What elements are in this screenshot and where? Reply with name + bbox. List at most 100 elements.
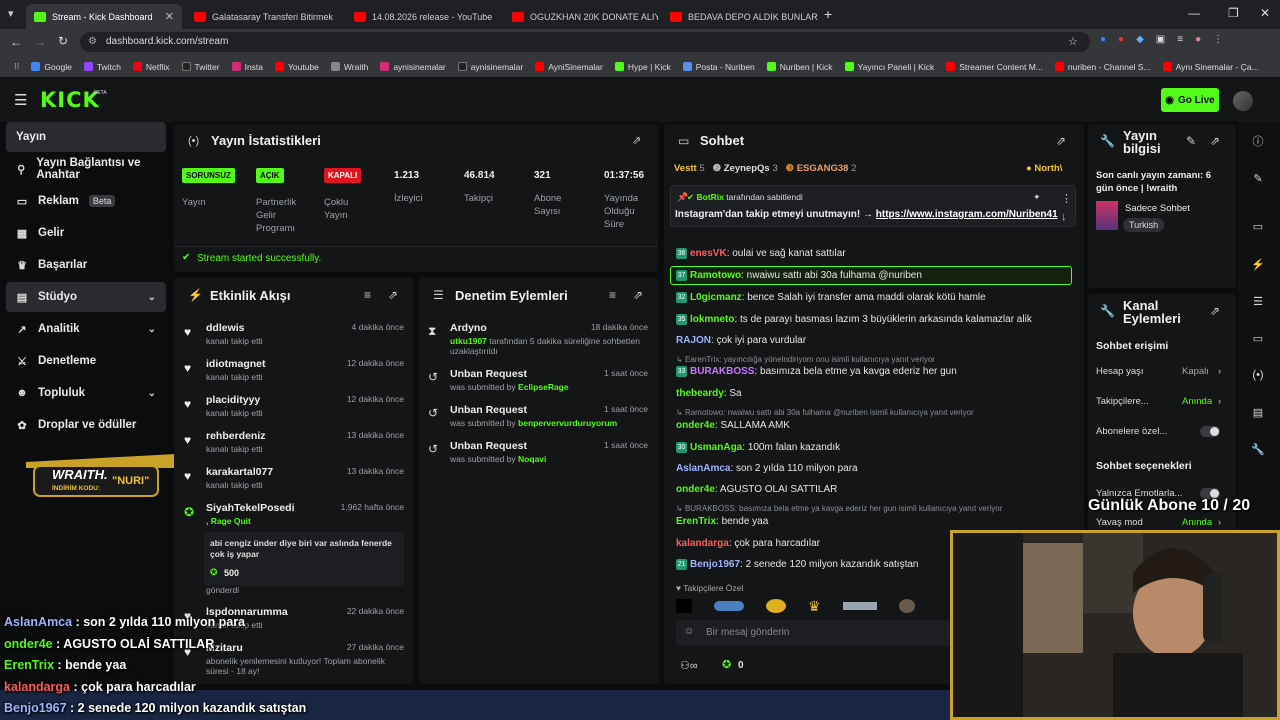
pencil-icon[interactable]: ✎ <box>1240 164 1276 192</box>
bookmark-google[interactable]: Google <box>25 62 77 72</box>
chat-input[interactable]: ☺ Bir mesaj gönderin <box>676 620 952 646</box>
sidebar-item-stream-key[interactable]: ⚲ Yayın Bağlantısı ve Anahtar <box>6 154 166 184</box>
card-icon[interactable]: ▭ <box>1240 212 1276 240</box>
chat-username[interactable]: thebeardy <box>676 388 724 399</box>
media-icon[interactable]: ≡ <box>1177 34 1183 45</box>
bookmark-netflix[interactable]: Netflix <box>127 62 176 72</box>
subscribers-only-toggle[interactable] <box>1200 426 1220 437</box>
popout-icon[interactable]: ⇗ <box>632 134 641 147</box>
address-bar[interactable]: ⚙ dashboard.kick.com/stream ☆ <box>80 32 1090 52</box>
bookmark-youtube[interactable]: Youtube <box>269 62 325 72</box>
wrench-icon[interactable]: 🔧 <box>1240 435 1276 463</box>
tab-kick-dashboard[interactable]: Stream - Kick Dashboard ✕ <box>26 4 182 29</box>
emote-icon[interactable] <box>842 602 877 610</box>
chat-username[interactable]: enesVK <box>690 248 727 259</box>
chat-settings-icon[interactable]: ⚇∞ <box>680 659 698 672</box>
reload-icon[interactable]: ↻ <box>58 34 68 48</box>
extension-icon[interactable]: ● <box>1100 34 1106 45</box>
followers-only-row[interactable]: Takipçilere... Anında › <box>1096 396 1226 410</box>
bookmark-channel[interactable]: nuriben - Channel S... <box>1049 62 1157 72</box>
chat-icon[interactable]: ▭ <box>1240 324 1276 352</box>
shield-icon[interactable]: ◆ <box>1136 34 1144 45</box>
puzzle-icon[interactable]: ▣ <box>1156 34 1165 45</box>
maximize-icon[interactable]: ❐ <box>1228 6 1239 20</box>
pinned-link[interactable]: https://www.instagram.com/Nuriben41 <box>876 209 1058 220</box>
sidebar-item-topluluk[interactable]: ☻ Topluluk ⌄ <box>6 378 166 408</box>
bookmark-aynisinemalar[interactable]: aynisinemalar <box>374 62 451 72</box>
expand-icon[interactable]: ↓ <box>1061 211 1067 223</box>
tab-youtube-release[interactable]: 14.08.2026 release - YouTube ✕ <box>346 4 500 29</box>
broadcast-icon[interactable]: (•) <box>1240 361 1276 389</box>
chat-username[interactable]: RAJON <box>676 335 711 346</box>
unpin-icon[interactable]: ✦ <box>1033 192 1041 203</box>
chat-username[interactable]: AslanAmca <box>676 463 730 474</box>
sidebar-item-yayin[interactable]: Yayın <box>6 122 166 152</box>
chat-username[interactable]: onder4e <box>676 484 715 495</box>
info-icon[interactable]: ⓘ <box>1240 127 1276 155</box>
close-icon[interactable]: ✕ <box>498 10 500 23</box>
close-icon[interactable]: ✕ <box>165 10 174 23</box>
popout-icon[interactable]: ⇗ <box>388 288 398 302</box>
bookmark-streamer-content[interactable]: Streamer Content M... <box>940 62 1049 72</box>
emote-icon[interactable] <box>714 601 744 611</box>
bookmark-twitch[interactable]: Twitch <box>78 62 127 72</box>
sidebar-item-studyo[interactable]: ▤ Stüdyo ⌄ <box>6 282 166 312</box>
chat-username[interactable]: Ramotowo <box>690 270 741 281</box>
speaker-icon[interactable]: ◖) <box>339 12 340 22</box>
kick-logo[interactable]: KICK <box>40 88 100 112</box>
grid-icon[interactable]: ▤ <box>1240 398 1276 426</box>
account-age-row[interactable]: Hesap yaşı Kapalı › <box>1096 366 1226 380</box>
sidebar-item-gelir[interactable]: ▦ Gelir <box>6 218 166 248</box>
chat-username[interactable]: BURAKBOSS <box>690 366 754 377</box>
sidebar-item-analitik[interactable]: ↗ Analitik ⌄ <box>6 314 166 344</box>
bookmark-nuriben-kick[interactable]: Nuriben | Kick <box>761 62 839 72</box>
chat-username[interactable]: UsmanAga <box>690 442 742 453</box>
hamburger-menu-icon[interactable]: ☰ <box>14 91 27 109</box>
bookmark-aynisinemalar-x[interactable]: aynisinemalar <box>452 62 529 72</box>
chat-username[interactable]: onder4e <box>676 420 715 431</box>
bookmark-twitter[interactable]: Twitter <box>176 62 226 72</box>
apps-icon[interactable]: ⁝⁝ <box>8 61 25 72</box>
bolt-icon[interactable]: ⚡ <box>1240 250 1276 278</box>
bookmark-ayni-sinemalar-ca[interactable]: Aynı Sinemalar - Ça... <box>1157 62 1265 72</box>
chat-username[interactable]: kalandarga <box>676 538 729 549</box>
crown-emote-icon[interactable]: ♛ <box>808 598 821 615</box>
popout-icon[interactable]: ⇗ <box>1056 134 1066 148</box>
sidebar-item-droplar[interactable]: ✿ Droplar ve ödüller <box>6 410 166 440</box>
tab-youtube-donate[interactable]: OGUZKHAN 20K DONATE ALIYOR ✕ <box>504 4 658 29</box>
sidebar-item-reklam[interactable]: ▭ Reklam Beta <box>6 186 166 216</box>
tab-youtube-galatasaray[interactable]: Galatasaray Transferi Bitirmek ◖) ✕ <box>186 4 340 29</box>
extension-icon[interactable]: ● <box>1118 34 1124 45</box>
bookmark-aynisinemalar-yt[interactable]: AyniSinemalar <box>529 62 609 72</box>
menu-icon[interactable]: ⋮ <box>1213 34 1223 45</box>
bookmark-wraith[interactable]: Wraith <box>325 62 374 72</box>
bookmark-yayinci-paneli[interactable]: Yayıncı Paneli | Kick <box>839 62 941 72</box>
slow-mode-row[interactable]: Yavaş mod Anında › <box>1096 517 1226 531</box>
chat-username[interactable]: lokmneto <box>690 314 734 325</box>
bookmark-hype-kick[interactable]: Hype | Kick <box>609 62 677 72</box>
smile-icon[interactable]: ☺ <box>684 626 694 637</box>
tab-search-icon[interactable]: ▾ <box>8 7 14 20</box>
popout-icon[interactable]: ⇗ <box>1210 134 1220 148</box>
tab-youtube-depo[interactable]: BEDAVA DEPO ALDIK BUNLAR ÇI ✕ <box>662 4 820 29</box>
edit-pencil-icon[interactable]: ✎ <box>1186 134 1196 148</box>
site-info-icon[interactable]: ⚙ <box>88 36 97 47</box>
bookmark-star-icon[interactable]: ☆ <box>1068 35 1078 48</box>
chat-username[interactable]: L0gicmanz <box>690 292 742 303</box>
emote-icon[interactable] <box>766 599 786 613</box>
more-options-icon[interactable]: ⋮ <box>1061 192 1072 205</box>
go-live-button[interactable]: ◉ Go Live <box>1161 88 1219 112</box>
sidebar-item-denetleme[interactable]: ⚔ Denetleme <box>6 346 166 376</box>
avatar[interactable] <box>1233 91 1253 111</box>
popout-icon[interactable]: ⇗ <box>1210 304 1220 318</box>
minimize-icon[interactable]: — <box>1188 6 1200 20</box>
chat-username[interactable]: ErenTrix <box>676 516 716 527</box>
popout-icon[interactable]: ⇗ <box>633 288 643 302</box>
emote-icon[interactable] <box>898 599 915 613</box>
chat-username[interactable]: Benjo1967 <box>690 559 740 570</box>
emote-icon[interactable] <box>676 599 692 613</box>
new-tab-icon[interactable]: + <box>824 6 832 22</box>
filter-icon[interactable]: ≡ <box>609 288 616 302</box>
filter-icon[interactable]: ≡ <box>364 288 371 302</box>
bookmark-posta[interactable]: Posta - Nuriben <box>677 62 761 72</box>
